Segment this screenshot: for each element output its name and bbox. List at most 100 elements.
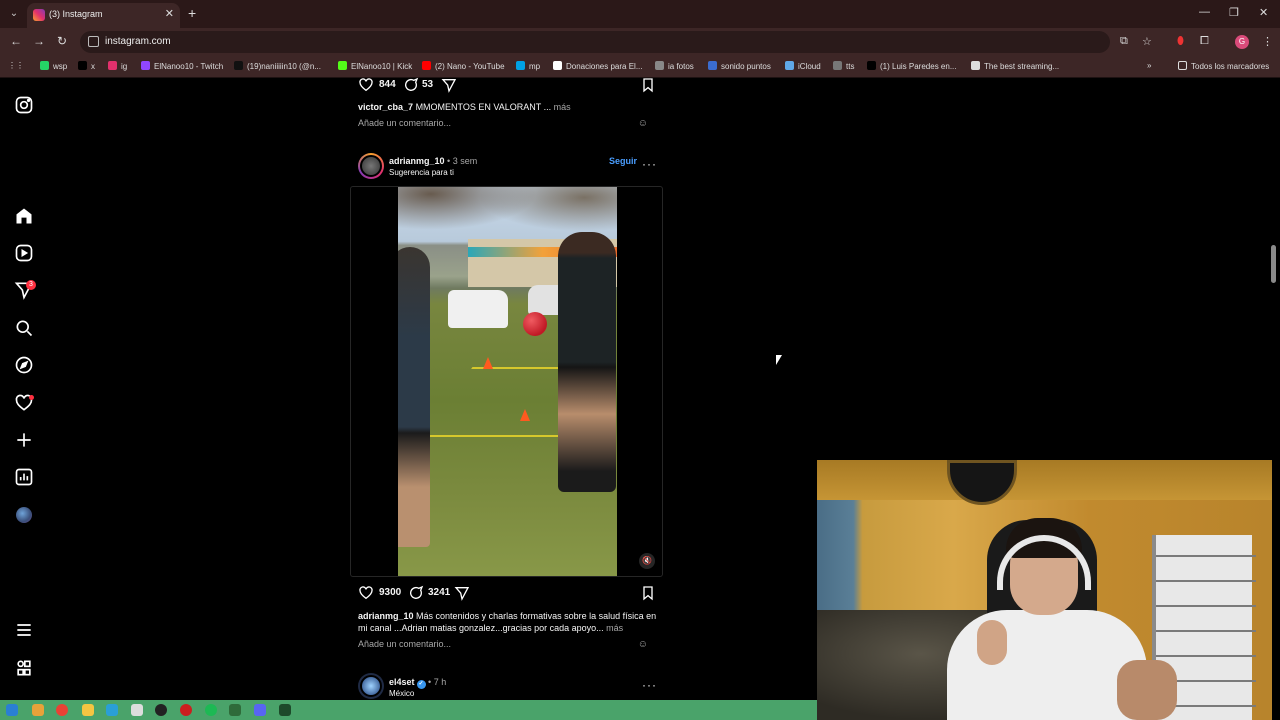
taskbar-app-icon[interactable]: [229, 704, 241, 716]
instagram-favicon-icon: [33, 9, 45, 21]
taskbar-app-icon[interactable]: [106, 704, 118, 716]
next-post-username[interactable]: el4set ✓ • 7 h: [389, 677, 446, 689]
whatsapp-icon: [40, 61, 49, 70]
like-count: 844: [379, 79, 396, 90]
url-text: instagram.com: [105, 36, 171, 47]
post-avatar[interactable]: [358, 153, 384, 179]
more-link[interactable]: más: [554, 102, 571, 112]
post-comment-box[interactable]: Añade un comentario... ☺: [358, 639, 658, 650]
reload-icon[interactable]: ↻: [57, 34, 67, 48]
share-icon[interactable]: [454, 585, 470, 606]
bookmark-item[interactable]: (1) Luis Paredes en...: [867, 61, 956, 71]
emoji-icon[interactable]: ☺: [638, 639, 648, 650]
chrome-icon[interactable]: [56, 704, 68, 716]
tab-title: (3) Instagram: [49, 9, 103, 19]
all-bookmarks-folder[interactable]: Todos los marcadores: [1178, 61, 1269, 71]
comment-icon[interactable]: [403, 77, 419, 98]
minimize-icon[interactable]: —: [1199, 6, 1210, 18]
bookmark-item[interactable]: ElNanoo10 | Kick: [338, 61, 412, 71]
explore-compass-icon[interactable]: [14, 355, 34, 375]
restore-icon[interactable]: ❐: [1229, 6, 1239, 19]
post-media[interactable]: 🔇: [350, 186, 663, 577]
bookmark-item[interactable]: (19)naniiiiin10 (@n...: [234, 61, 321, 71]
muted-speaker-icon[interactable]: 🔇: [639, 553, 655, 569]
prev-post-comment-box[interactable]: Añade un comentario... ☺: [358, 118, 658, 129]
bookmark-item[interactable]: tts: [833, 61, 854, 71]
obs-icon[interactable]: [155, 704, 167, 716]
messages-count-badge: 3: [26, 280, 36, 290]
site-info-icon[interactable]: [88, 36, 99, 47]
profile-avatar[interactable]: G: [1235, 35, 1249, 49]
bookmark-item[interactable]: wsp: [40, 61, 67, 71]
windows-start-icon[interactable]: [6, 704, 18, 716]
also-from-meta-icon[interactable]: [14, 658, 34, 678]
bookmark-item[interactable]: Donaciones para El...: [553, 61, 643, 71]
post-username[interactable]: adrianmg_10 • 3 sem: [389, 156, 477, 166]
forward-icon[interactable]: →: [33, 34, 45, 48]
cast-icon[interactable]: ⧉: [1120, 35, 1128, 48]
comment-count: 53: [422, 79, 434, 90]
omnibox[interactable]: instagram.com: [80, 31, 1110, 53]
home-icon[interactable]: [14, 206, 34, 226]
save-bookmark-icon[interactable]: [640, 77, 656, 98]
tab-search-icon[interactable]: ⌄: [6, 6, 22, 22]
back-icon[interactable]: ←: [10, 34, 22, 48]
bookmark-item[interactable]: mp: [516, 61, 540, 71]
like-heart-icon[interactable]: [358, 77, 374, 98]
post-options-icon[interactable]: ···: [642, 678, 657, 692]
tts-icon: [833, 61, 842, 70]
bookmark-item[interactable]: x: [78, 61, 95, 71]
folder-icon: [1178, 61, 1187, 70]
more-bookmarks-icon[interactable]: »: [1147, 61, 1151, 70]
extensions-puzzle-icon[interactable]: ⧠: [1200, 35, 1209, 48]
post-subtitle: Sugerencia para ti: [389, 168, 454, 177]
instagram-sidebar: [0, 80, 48, 700]
post-options-icon[interactable]: ···: [642, 157, 657, 171]
reels-icon[interactable]: [14, 243, 34, 263]
share-icon[interactable]: [441, 77, 457, 98]
new-tab-icon[interactable]: +: [188, 5, 196, 21]
bookmark-star-icon[interactable]: ☆: [1142, 35, 1152, 48]
opera-icon[interactable]: [180, 704, 192, 716]
create-plus-icon[interactable]: [14, 430, 34, 450]
dashboard-chart-icon[interactable]: [14, 467, 34, 487]
search-icon[interactable]: [14, 318, 34, 338]
post-video[interactable]: [398, 187, 617, 576]
browser-tab[interactable]: (3) Instagram ✕: [27, 3, 180, 28]
chrome-menu-icon[interactable]: ⋮: [1262, 35, 1273, 48]
apps-grid-icon[interactable]: ⋮⋮: [8, 61, 24, 70]
extension-icon[interactable]: ⬮: [1177, 35, 1184, 48]
save-bookmark-icon[interactable]: [640, 585, 656, 606]
file-explorer-icon[interactable]: [82, 704, 94, 716]
discord-icon[interactable]: [254, 704, 266, 716]
tab-close-icon[interactable]: ✕: [165, 7, 174, 20]
bookmark-item[interactable]: iCloud: [785, 61, 821, 71]
youtube-icon: [422, 61, 431, 70]
close-window-icon[interactable]: ✕: [1259, 6, 1268, 19]
profile-avatar-nav[interactable]: [16, 507, 32, 523]
taskbar-app-icon[interactable]: [279, 704, 291, 716]
speaker-icon: [708, 61, 717, 70]
like-heart-icon[interactable]: [358, 585, 374, 606]
taskbar-app-icon[interactable]: [32, 704, 44, 716]
comment-icon[interactable]: [408, 585, 424, 606]
taskbar-app-icon[interactable]: [131, 704, 143, 716]
follow-button[interactable]: Seguir: [609, 156, 637, 166]
bookmark-item[interactable]: ia fotos: [655, 61, 694, 71]
bookmark-item[interactable]: ig: [108, 61, 127, 71]
next-post-avatar[interactable]: [358, 673, 384, 699]
x-icon: [78, 61, 87, 70]
windows-taskbar: [0, 700, 817, 720]
page-scrollbar[interactable]: [1271, 245, 1276, 283]
bookmark-item[interactable]: The best streaming...: [971, 61, 1059, 71]
bookmark-item[interactable]: (2) Nano - YouTube: [422, 61, 505, 71]
more-menu-icon[interactable]: [14, 620, 34, 640]
more-link[interactable]: más: [606, 623, 623, 633]
instagram-logo-icon[interactable]: [14, 95, 34, 115]
emoji-icon[interactable]: ☺: [638, 118, 648, 129]
prev-post-actions: 844 53: [358, 77, 658, 95]
bookmark-item[interactable]: sonido puntos: [708, 61, 771, 71]
bookmark-item[interactable]: ElNanoo10 - Twitch: [141, 61, 223, 71]
spotify-icon[interactable]: [205, 704, 217, 716]
x-icon: [867, 61, 876, 70]
